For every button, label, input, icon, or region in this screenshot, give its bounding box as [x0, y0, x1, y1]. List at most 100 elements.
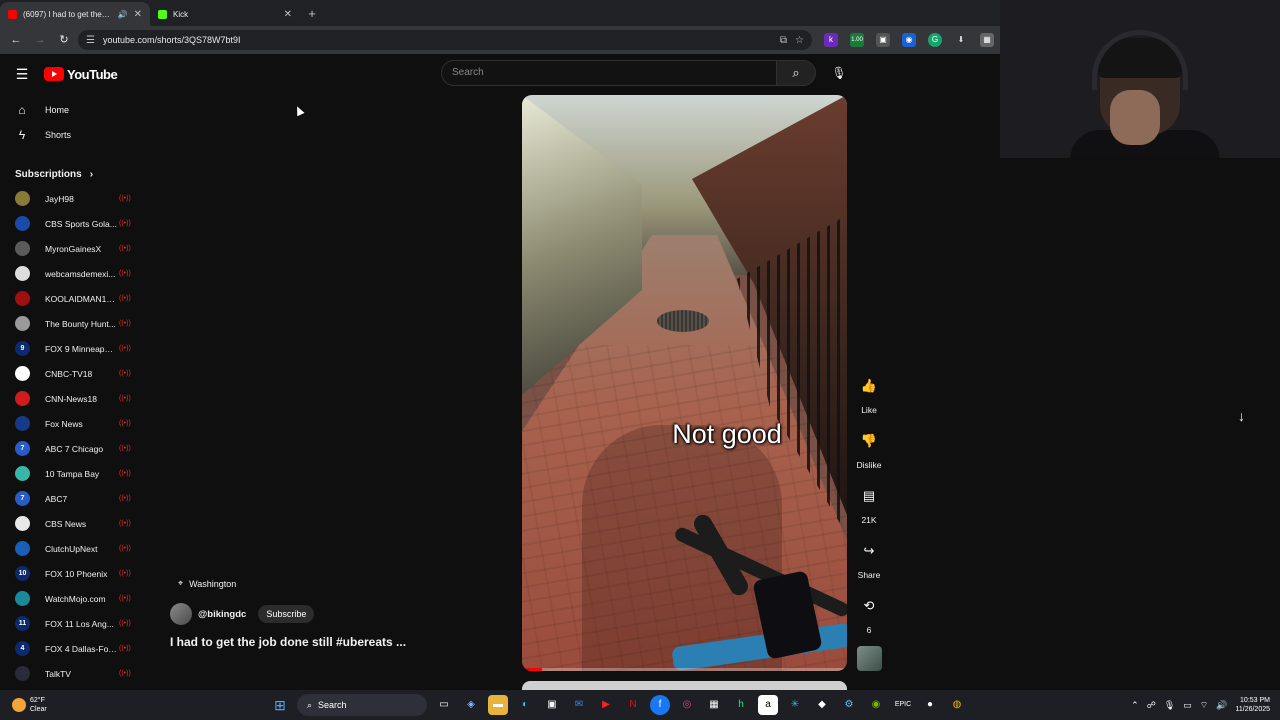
- file-explorer-icon[interactable]: ▬: [488, 695, 508, 715]
- windows-start-icon[interactable]: ⊞: [270, 695, 290, 715]
- channel-handle[interactable]: @bikingdc: [198, 609, 246, 620]
- download-icon[interactable]: ⬇: [954, 33, 968, 47]
- subscription-item[interactable]: CNBC-TV18 ((•)): [0, 361, 146, 386]
- remix-icon: ⟲: [863, 598, 875, 613]
- facebook-icon[interactable]: f: [650, 695, 670, 715]
- subscription-item[interactable]: 7 ABC 7 Chicago ((•)): [0, 436, 146, 461]
- location-tag[interactable]: ⌖ Washington: [178, 578, 510, 589]
- share-button[interactable]: ↪ Share: [849, 535, 889, 590]
- dislike-button[interactable]: 👎 Dislike: [849, 425, 889, 480]
- short-title[interactable]: I had to get the job done still #ubereat…: [170, 635, 510, 649]
- address-bar[interactable]: ☰ youtube.com/shorts/3QS78W7bt9I ⧉ ☆: [78, 30, 812, 50]
- subscription-item[interactable]: 7 ABC7 ((•)): [0, 486, 146, 511]
- search-input[interactable]: Search: [441, 60, 777, 86]
- extensions-puzzle-icon[interactable]: ▦: [980, 33, 994, 47]
- reload-button[interactable]: ↻: [54, 30, 74, 50]
- subscription-item[interactable]: WatchMojo.com ((•)): [0, 586, 146, 611]
- subscription-item[interactable]: CBS Sports Gola... ((•)): [0, 211, 146, 236]
- site-info-icon[interactable]: ☰: [86, 35, 95, 46]
- subscription-item[interactable]: KOOLAIDMAN10... ((•)): [0, 286, 146, 311]
- search-button[interactable]: ⌕: [776, 60, 816, 86]
- subscriptions-header[interactable]: Subscriptions ›: [0, 162, 146, 186]
- extension-icon[interactable]: ▣: [876, 33, 890, 47]
- sound-thumbnail[interactable]: [857, 646, 882, 671]
- steam-icon[interactable]: ⚙: [839, 695, 859, 715]
- subscription-name: The Bounty Hunt...: [45, 318, 116, 329]
- remix-button[interactable]: ⟲ 6: [849, 590, 889, 645]
- mail-icon[interactable]: ✉: [569, 695, 589, 715]
- speaker-icon[interactable]: 🔊: [118, 10, 128, 19]
- like-button[interactable]: 👍 Like: [849, 370, 889, 425]
- bookmark-star-icon[interactable]: ☆: [795, 35, 804, 46]
- wifi-icon[interactable]: ⌔: [1200, 700, 1208, 711]
- instagram-icon[interactable]: ◎: [677, 695, 697, 715]
- subscription-item[interactable]: 11 FOX 11 Los Ang... ((•)): [0, 611, 146, 636]
- clock[interactable]: 10:53 PM 11/26/2025: [1235, 696, 1270, 714]
- weather-widget[interactable]: 62°F Clear: [0, 696, 270, 714]
- extension-badge-icon[interactable]: 1.00: [850, 33, 864, 47]
- chevron-up-icon[interactable]: ⌃: [1131, 700, 1139, 711]
- install-app-icon[interactable]: ⧉: [780, 35, 787, 46]
- close-tab-icon[interactable]: ✕: [284, 9, 292, 20]
- subscription-item[interactable]: MyronGainesX ((•)): [0, 236, 146, 261]
- subscription-item[interactable]: TalkTV ((•)): [0, 661, 146, 686]
- app-icon[interactable]: ◆: [812, 695, 832, 715]
- subscription-item[interactable]: JayH98 ((•)): [0, 186, 146, 211]
- subscription-item[interactable]: CNN-News18 ((•)): [0, 386, 146, 411]
- app-icon[interactable]: ✳: [785, 695, 805, 715]
- video-progress-bar[interactable]: [522, 668, 847, 671]
- kick-extension-icon[interactable]: k: [824, 33, 838, 47]
- short-video-player[interactable]: Not good: [522, 95, 847, 671]
- back-button[interactable]: ←: [6, 30, 26, 50]
- nvidia-icon[interactable]: ◉: [866, 695, 886, 715]
- channel-avatar: [15, 316, 30, 331]
- calendar-icon[interactable]: ▦: [704, 695, 724, 715]
- sidebar-item-shorts[interactable]: ϟ Shorts: [0, 122, 146, 147]
- taskbar-search[interactable]: ⌕ Search: [297, 694, 427, 716]
- copilot-icon[interactable]: ◈: [461, 695, 481, 715]
- subscription-item[interactable]: 10 FOX 10 Phoenix ((•)): [0, 561, 146, 586]
- microphone-icon[interactable]: 🎙: [1164, 700, 1175, 711]
- tab-kick[interactable]: Kick ✕: [150, 2, 300, 26]
- channel-avatar: [15, 541, 30, 556]
- extension-icon[interactable]: ◉: [902, 33, 916, 47]
- subscription-item[interactable]: 9 FOX 9 Minneapol... ((•)): [0, 336, 146, 361]
- sidebar-item-home[interactable]: ⌂ Home: [0, 97, 146, 122]
- forward-button[interactable]: →: [30, 30, 50, 50]
- grammarly-icon[interactable]: G: [928, 33, 942, 47]
- url-text: youtube.com/shorts/3QS78W7bt9I: [102, 35, 241, 45]
- next-short-arrow-icon[interactable]: ↓: [1238, 408, 1245, 424]
- subscription-item[interactable]: ClutchUpNext ((•)): [0, 536, 146, 561]
- new-tab-button[interactable]: +: [300, 2, 324, 26]
- subscribe-button[interactable]: Subscribe: [258, 605, 315, 623]
- subscription-name: FOX 11 Los Ang...: [45, 618, 114, 629]
- display-icon[interactable]: ▭: [1183, 700, 1192, 711]
- hamburger-menu-icon[interactable]: ☰: [0, 66, 44, 83]
- subscription-item[interactable]: Fox News ((•)): [0, 411, 146, 436]
- amazon-icon[interactable]: a: [758, 695, 778, 715]
- hulu-icon[interactable]: h: [731, 695, 751, 715]
- tab-youtube[interactable]: (6097) I had to get the job 🔊 ✕: [0, 2, 150, 26]
- subscription-item[interactable]: CBS News ((•)): [0, 511, 146, 536]
- youtube-app-icon[interactable]: ▶: [596, 695, 616, 715]
- subscription-item[interactable]: 10 Tampa Bay ((•)): [0, 461, 146, 486]
- speaker-icon[interactable]: 🔊: [1216, 700, 1227, 711]
- epic-games-icon[interactable]: EPIC: [893, 695, 913, 715]
- subscription-item[interactable]: The Bounty Hunt... ((•)): [0, 311, 146, 336]
- voice-search-button[interactable]: 🎙: [826, 60, 852, 86]
- chrome-icon[interactable]: ◍: [947, 695, 967, 715]
- task-view-icon[interactable]: ▭: [434, 695, 454, 715]
- tab-title: Kick: [173, 9, 189, 19]
- edge-icon[interactable]: ◐: [515, 695, 535, 715]
- store-icon[interactable]: ▣: [542, 695, 562, 715]
- obs-icon[interactable]: ●: [920, 695, 940, 715]
- subscription-item[interactable]: 4 FOX 4 Dallas-For... ((•)): [0, 636, 146, 661]
- channel-avatar: 7: [15, 491, 30, 506]
- close-tab-icon[interactable]: ✕: [134, 9, 142, 20]
- comments-button[interactable]: ▤ 21K: [849, 480, 889, 535]
- network-icon[interactable]: ☍: [1147, 700, 1156, 711]
- subscription-item[interactable]: webcamsdemexi... ((•)): [0, 261, 146, 286]
- youtube-logo[interactable]: YouTube: [44, 67, 118, 82]
- channel-avatar[interactable]: [170, 603, 192, 625]
- netflix-icon[interactable]: N: [623, 695, 643, 715]
